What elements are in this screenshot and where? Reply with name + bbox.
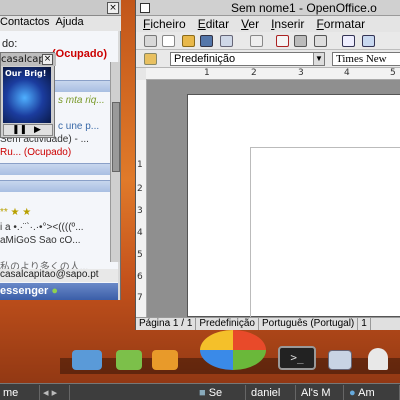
text-boundary [250,147,400,148]
messenger-titlebar: × [0,0,121,16]
document-page[interactable] [187,94,400,318]
media-player-window: casalcapi × Our Brig! ❚❚ ▶ [0,52,56,138]
taskbar-item[interactable]: Al's M [298,385,344,400]
status-label: do: [2,38,18,50]
spreadsheet-icon[interactable] [116,350,142,370]
vertical-ruler[interactable]: 1 2 3 4 5 6 7 [136,80,147,317]
menu-ver[interactable]: Ver [241,16,259,32]
menu-contactos[interactable]: Contactos [0,16,50,31]
horizontal-ruler[interactable]: 1 2 3 4 5 [146,68,400,80]
group-header[interactable] [0,180,118,192]
edit-file-icon[interactable] [250,35,263,47]
messenger-butterfly-icon[interactable] [200,330,266,370]
print-icon[interactable] [294,35,307,47]
messenger-scrollbar[interactable] [110,62,120,262]
list-item[interactable]: c une p... [58,121,118,132]
play-icon[interactable]: ▶ [34,125,41,135]
export-pdf-icon[interactable] [276,35,289,47]
formatting-toolbar: Predefinição ▼ Times New [136,50,400,68]
ruler-number: 1 [137,160,143,170]
menu-inserir[interactable]: Inserir [271,16,304,32]
messenger-menubar: Contactos Ajuda [0,16,121,31]
player-video: Our Brig! [3,67,51,123]
rocket-icon[interactable] [368,348,388,370]
list-item[interactable]: aMiGoS Sao cO... [0,235,118,246]
menu-ajuda[interactable]: Ajuda [56,16,84,31]
player-controls[interactable]: ❚❚ ▶ [3,124,53,136]
ruler-number: 5 [137,250,143,260]
open-folder-icon[interactable] [182,35,195,47]
styles-icon[interactable] [144,53,157,65]
taskbar-item-label: Am [358,387,375,399]
ruler-number: 6 [137,272,143,282]
status-extra[interactable]: 1 [358,318,371,330]
status-page[interactable]: Página 1 / 1 [136,318,197,330]
menu-editar[interactable]: Editar [198,16,229,32]
window-icon: ■ [199,387,206,399]
menu-formatar[interactable]: Formatar [316,16,365,32]
player-screen-text: Our Brig! [5,69,47,78]
taskbar-arrows[interactable]: ◂ ▸ [40,385,70,400]
email-icon[interactable] [220,35,233,47]
ruler-number: 5 [390,68,396,78]
list-item[interactable]: Ru... (Ocupado) [0,147,118,158]
list-item[interactable]: ** ★ ★ [0,207,118,218]
status-badge[interactable]: (Ocupado) [52,48,107,60]
taskbar-item-label: Se [208,387,223,399]
list-item[interactable]: i a •.·¨`·.·•°><((((º... [0,222,118,233]
taskbar-item[interactable]: ● Am [346,385,400,400]
window-menu-icon[interactable] [140,3,150,13]
autospellcheck-icon[interactable] [362,35,375,47]
print-preview-icon[interactable] [314,35,327,47]
account-email: casalcapitao@sapo.pt [0,269,118,282]
pause-icon[interactable]: ❚❚ [12,125,27,135]
openoffice-menubar: Ficheiro Editar Ver Inserir Formatar [136,16,400,32]
ruler-number: 2 [137,184,143,194]
ruler-number: 3 [298,68,304,78]
file-manager-icon[interactable] [328,350,352,370]
openoffice-window: Sem nome1 - OpenOffice.o Ficheiro Editar… [135,0,400,330]
standard-toolbar [136,32,400,50]
taskbar-item[interactable]: ■ Se [196,385,246,400]
word-processor-icon[interactable] [72,350,102,370]
close-icon[interactable]: × [42,54,53,65]
media-icon[interactable] [152,350,178,370]
ruler-number: 7 [137,293,143,303]
messenger-window: × Contactos Ajuda do: (Ocupado) s mta ri… [0,0,121,300]
toolbar-menu-icon[interactable] [144,35,157,47]
save-icon[interactable] [200,35,213,47]
banner-text: essenger [0,285,49,297]
status-bar: Página 1 / 1 Predefinição Português (Por… [136,317,400,330]
taskbar-item[interactable]: daniel [248,385,296,400]
group-header[interactable] [0,163,118,175]
messenger-icon: ● [349,387,356,399]
terminal-icon[interactable]: >_ [278,346,316,370]
ruler-number: 4 [344,68,350,78]
chevron-down-icon[interactable]: ▼ [313,53,324,65]
close-icon[interactable]: × [107,2,119,14]
document-canvas [147,80,400,318]
ruler-number: 2 [251,68,257,78]
menu-ficheiro[interactable]: Ficheiro [143,16,186,32]
ruler-number: 1 [204,68,210,78]
font-name-value: Times New [336,53,387,65]
scrollbar-thumb[interactable] [112,102,120,172]
taskbar: me ◂ ▸ ■ Se daniel Al's M ● Am [0,383,400,400]
text-boundary [250,147,251,318]
paragraph-style-select[interactable]: Predefinição ▼ [170,52,325,66]
list-item[interactable]: s mta riq... [58,95,118,106]
spellcheck-icon[interactable] [342,35,355,47]
messenger-person-icon: ● [51,285,59,297]
taskbar-item[interactable]: me [0,385,40,400]
new-document-icon[interactable] [162,35,175,47]
status-language[interactable]: Português (Portugal) [259,318,359,330]
messenger-banner: essenger ● [0,283,118,300]
ruler-number: 3 [137,206,143,216]
status-style[interactable]: Predefinição [196,318,259,330]
openoffice-titlebar: Sem nome1 - OpenOffice.o [136,0,400,16]
ruler-number: 4 [137,228,143,238]
window-title: Sem nome1 - OpenOffice.o [231,1,377,15]
font-name-select[interactable]: Times New [332,52,400,66]
paragraph-style-value: Predefinição [174,53,236,65]
